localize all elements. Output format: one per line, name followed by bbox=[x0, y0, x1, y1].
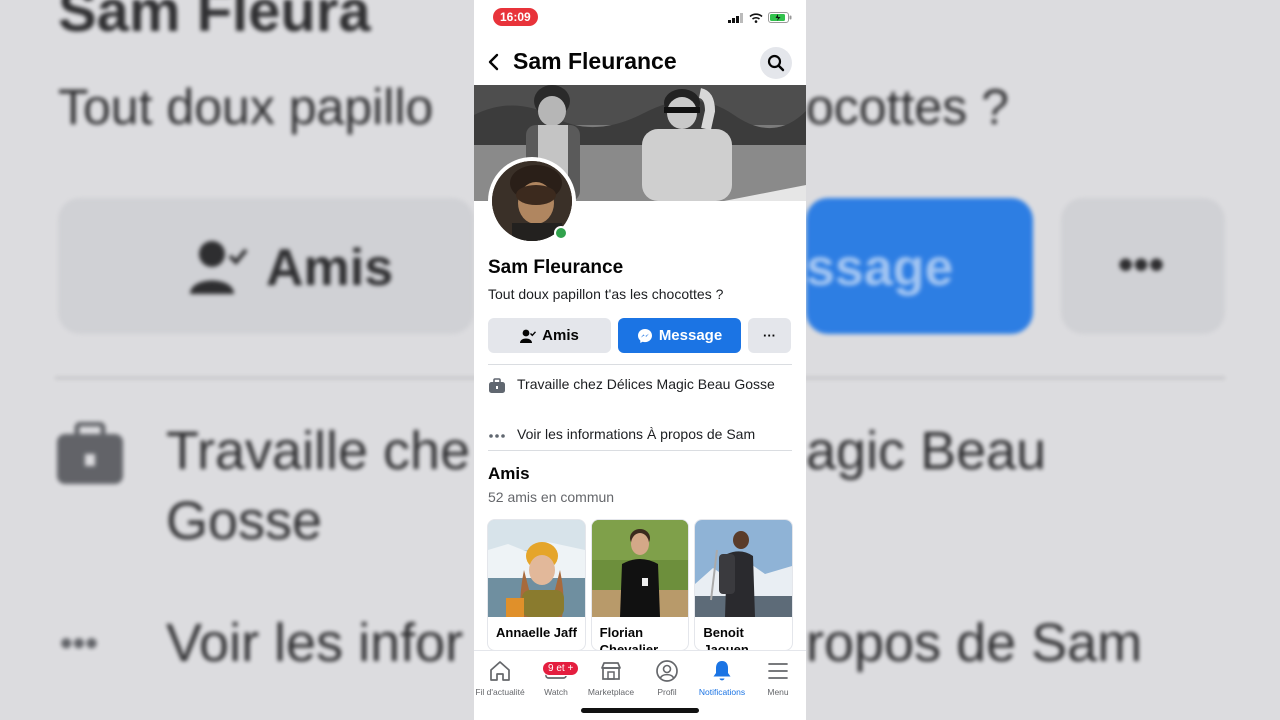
friend-name: Benoit Jaouen bbox=[703, 625, 749, 650]
status-time: 16:09 bbox=[493, 8, 538, 26]
tab-label: Menu bbox=[767, 687, 789, 697]
bg-more-dots: ••• bbox=[1118, 240, 1165, 289]
tab-menu[interactable]: Menu bbox=[750, 657, 806, 697]
profile-bio: Tout doux papillon t'as les chocottes ? bbox=[488, 286, 724, 302]
more-dots-icon bbox=[489, 434, 505, 438]
page-title: Sam Fleurance bbox=[513, 48, 677, 74]
bg-name: Sam Fleura bbox=[58, 0, 371, 44]
friends-section-title: Amis bbox=[488, 464, 530, 483]
watch-badge: 9 et + bbox=[542, 661, 580, 676]
bg-about-right: ropos de Sam bbox=[806, 613, 1143, 673]
bg-user-check-icon bbox=[190, 241, 248, 294]
work-info-text: Travaille chez Délices Magic Beau Gosse bbox=[517, 376, 775, 392]
friend-photo bbox=[488, 520, 585, 617]
friend-name: Annaelle Jaff bbox=[496, 625, 577, 640]
search-icon bbox=[767, 54, 785, 72]
profile-name: Sam Fleurance bbox=[488, 257, 624, 278]
tab-label: Profil bbox=[657, 687, 677, 697]
friend-card[interactable]: Benoit Jaouen bbox=[695, 520, 793, 650]
bg-bio-left: Tout doux papillo bbox=[58, 79, 434, 135]
friends-button-label: Amis bbox=[542, 327, 579, 344]
status-bar: 16:09 bbox=[474, 8, 806, 28]
system-icons bbox=[728, 12, 792, 23]
bg-message: ssage bbox=[806, 239, 954, 297]
tab-label: Fil d'actualité bbox=[475, 687, 525, 697]
tab-profile[interactable]: Profil bbox=[639, 657, 695, 697]
message-button-label: Message bbox=[658, 327, 723, 344]
bell-icon bbox=[713, 661, 731, 681]
friend-card[interactable]: Annaelle Jaff bbox=[488, 520, 585, 650]
home-icon bbox=[490, 661, 510, 681]
friend-card[interactable]: Florian Chevalier bbox=[591, 520, 689, 650]
bg-briefcase-icon bbox=[57, 422, 123, 484]
bg-amis: Amis bbox=[266, 239, 394, 297]
tab-label: Notifications bbox=[698, 687, 746, 697]
bg-about-left: Voir les infor bbox=[166, 613, 464, 673]
profile-icon bbox=[656, 660, 678, 682]
marketplace-icon bbox=[601, 662, 621, 680]
bg-about-dots: ••• bbox=[60, 622, 98, 663]
bg-work-right: agic Beau bbox=[806, 421, 1047, 481]
wifi-icon bbox=[749, 12, 763, 23]
tab-notifications[interactable]: Notifications bbox=[694, 657, 750, 697]
home-indicator[interactable] bbox=[581, 708, 699, 713]
menu-icon bbox=[768, 663, 788, 679]
bg-work-line2: Gosse bbox=[166, 491, 323, 551]
battery-icon bbox=[768, 12, 792, 23]
briefcase-icon bbox=[489, 378, 505, 393]
user-check-icon bbox=[520, 329, 537, 343]
section-divider bbox=[488, 450, 792, 451]
profile-action-buttons: Amis Message ··· bbox=[488, 318, 792, 353]
bg-bio-right: ocottes ? bbox=[806, 79, 1009, 135]
work-info-row[interactable]: Travaille chez Délices Magic Beau Gosse bbox=[488, 376, 792, 412]
friend-photo bbox=[695, 520, 793, 617]
about-info-text: Voir les informations À propos de Sam bbox=[517, 426, 756, 442]
tab-label: Watch bbox=[544, 687, 568, 697]
friends-grid: Annaelle Jaff Florian Chevalier Benoit J… bbox=[488, 520, 793, 650]
more-dots-icon: ··· bbox=[763, 328, 776, 343]
online-status-dot bbox=[554, 226, 568, 240]
tab-watch[interactable]: Watch 9 et + bbox=[528, 657, 584, 697]
messenger-icon bbox=[637, 328, 652, 343]
tab-news-feed[interactable]: Fil d'actualité bbox=[474, 657, 528, 697]
mutual-friends-count[interactable]: 52 amis en commun bbox=[488, 489, 614, 505]
bg-work-left: Travaille che bbox=[166, 421, 471, 481]
tab-label: Marketplace bbox=[587, 687, 635, 697]
friend-photo bbox=[591, 520, 689, 617]
phone-screen: 16:09 Sam Fleurance Sam Fleurance Tout d… bbox=[474, 0, 806, 720]
friend-name: Florian Chevalier bbox=[599, 625, 659, 650]
search-button[interactable] bbox=[760, 47, 792, 79]
more-options-button[interactable]: ··· bbox=[748, 318, 791, 353]
top-navigation-bar: Sam Fleurance bbox=[474, 44, 806, 82]
friends-button[interactable]: Amis bbox=[488, 318, 611, 353]
tab-marketplace[interactable]: Marketplace bbox=[583, 657, 639, 697]
back-arrow-icon[interactable] bbox=[486, 52, 502, 72]
message-button[interactable]: Message bbox=[618, 318, 741, 353]
section-divider bbox=[488, 364, 792, 365]
signal-icon bbox=[728, 12, 743, 23]
about-info-row[interactable]: Voir les informations À propos de Sam bbox=[488, 426, 792, 446]
